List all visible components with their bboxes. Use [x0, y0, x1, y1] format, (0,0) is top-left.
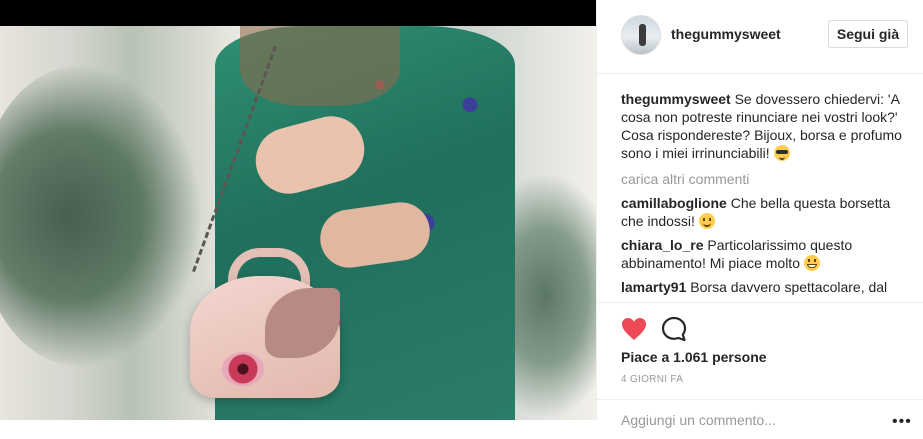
- caption: thegummysweet Se dovessero chiedervi: 'A…: [621, 90, 911, 162]
- post-photo[interactable]: [0, 26, 596, 420]
- heart-icon[interactable]: [621, 317, 647, 341]
- comment-input[interactable]: [621, 410, 871, 430]
- header-username[interactable]: thegummysweet: [671, 26, 781, 42]
- load-more-comments-link[interactable]: carica altri commenti: [621, 170, 911, 188]
- avatar[interactable]: [621, 15, 661, 55]
- avatar-figure: [639, 24, 646, 46]
- comment-text: Borsa davvero spettacolare, dal: [690, 279, 888, 295]
- caption-username[interactable]: thegummysweet: [621, 91, 731, 107]
- comment-item: lamarty91 Borsa davvero spettacolare, da…: [621, 278, 911, 296]
- comment-username[interactable]: lamarty91: [621, 279, 686, 295]
- post-timestamp[interactable]: 4 GIORNI FA: [621, 374, 683, 385]
- likes-count[interactable]: Piace a 1.061 persone: [621, 349, 767, 365]
- post-header: thegummysweet Segui già: [597, 0, 923, 74]
- post-photo-column: [0, 0, 596, 420]
- comment-item: camillaboglione Che bella questa borsett…: [621, 194, 911, 230]
- comment-username[interactable]: camillaboglione: [621, 195, 727, 211]
- comments-list[interactable]: thegummysweet Se dovessero chiedervi: 'A…: [621, 90, 911, 302]
- sunglasses-emoji-icon: [773, 145, 790, 161]
- following-button[interactable]: Segui già: [828, 20, 908, 48]
- add-comment-bar: •••: [597, 399, 923, 439]
- post-actions: Piace a 1.061 persone 4 GIORNI FA: [597, 302, 923, 399]
- more-options-icon[interactable]: •••: [892, 413, 912, 431]
- grinning-emoji-icon: [803, 255, 820, 271]
- post-sidebar: thegummysweet Segui già thegummysweet Se…: [596, 0, 923, 430]
- background-plant: [0, 66, 200, 366]
- bag-gem: [222, 352, 264, 386]
- comment-item: chiara_lo_re Particolarissimo questo abb…: [621, 236, 911, 272]
- comment-bubble-icon[interactable]: [661, 316, 687, 342]
- smiling-emoji-icon: [698, 213, 715, 229]
- comment-username[interactable]: chiara_lo_re: [621, 237, 704, 253]
